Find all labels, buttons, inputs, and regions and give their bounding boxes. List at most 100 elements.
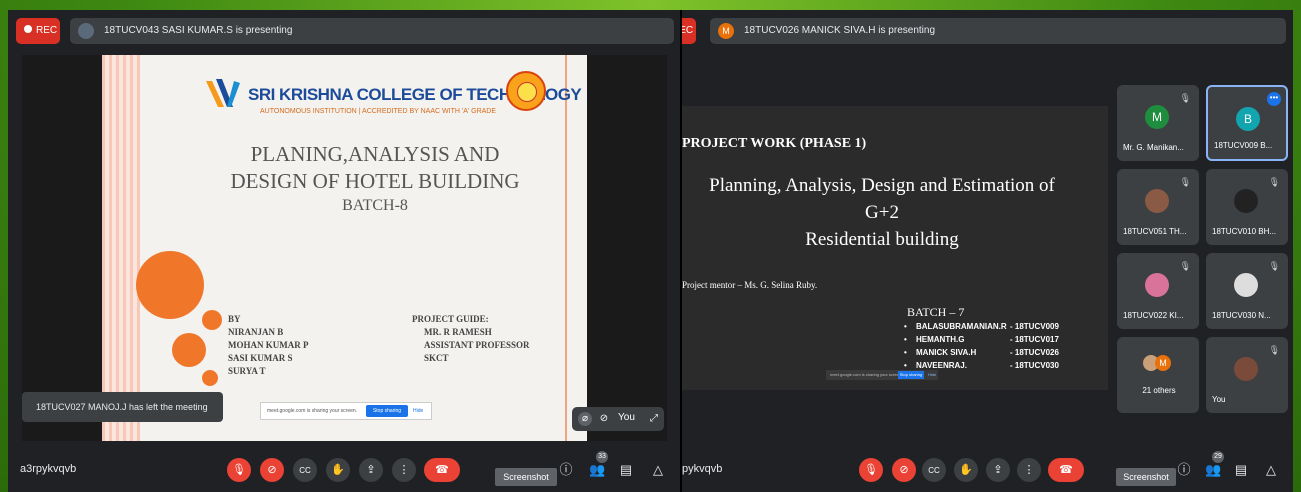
sharing-text: meet.google.com is sharing your screen.: [267, 408, 358, 414]
record-dot-icon: [24, 25, 32, 34]
participant-tile[interactable]: 🎙 18TUCV030 N...: [1206, 253, 1288, 329]
leave-call-button[interactable]: ☎: [424, 458, 460, 482]
others-tile[interactable]: M 21 others: [1117, 337, 1199, 413]
participant-tile[interactable]: 🎙 M Mr. G. Manikan...: [1117, 85, 1199, 161]
mic-off-button[interactable]: 🎙: [227, 458, 251, 482]
member-roll: - 18TUCV017: [1010, 335, 1059, 344]
more-options-button[interactable]: ⋮: [1017, 458, 1041, 482]
shared-screen: SRI KRISHNA COLLEGE OF TECHNOLOGY AUTONO…: [22, 55, 667, 441]
participant-tile[interactable]: 🎙 18TUCV010 BH...: [1206, 169, 1288, 245]
participant-name: 18TUCV009 B...: [1214, 141, 1273, 150]
slide-title-line2: G+2: [865, 202, 899, 223]
more-options-icon[interactable]: •••: [1267, 92, 1281, 106]
slide-batch: BATCH – 7: [907, 305, 965, 319]
info-icon[interactable]: ⓘ: [558, 462, 574, 478]
activities-icon[interactable]: △: [650, 462, 666, 478]
captions-button[interactable]: CC: [293, 458, 317, 482]
guide-heading: PROJECT GUIDE:: [412, 314, 489, 324]
hangup-icon: ☎: [435, 464, 449, 476]
meeting-code: a3rpykvqvb: [20, 463, 77, 475]
participant-name: Mr. G. Manikan...: [1123, 143, 1184, 152]
people-icon[interactable]: 👥: [589, 462, 605, 478]
camera-off-icon: ⊘: [899, 464, 909, 476]
shared-screen: PROJECT WORK (PHASE 1) Planning, Analysi…: [682, 106, 1108, 390]
self-view-tile[interactable]: ⌀ ⊘ You ⤢: [572, 407, 664, 431]
participant-tile[interactable]: 🎙 18TUCV051 TH...: [1117, 169, 1199, 245]
info-icon[interactable]: ⓘ: [1176, 462, 1192, 478]
guide-list-item: SKCT: [424, 353, 449, 363]
rec-label: REC: [682, 25, 694, 36]
participant-avatar: [1145, 189, 1169, 213]
sharing-bar: meet.google.com is sharing your screen. …: [260, 402, 432, 420]
college-subtitle: AUTONOMOUS INSTITUTION | ACCREDITED BY N…: [260, 108, 497, 115]
present-icon: ⇪: [993, 464, 1003, 476]
activities-icon[interactable]: △: [1263, 462, 1279, 478]
recording-badge[interactable]: REC: [682, 18, 696, 44]
participant-avatar: [1234, 189, 1258, 213]
students-list-item: SURYA T: [228, 366, 266, 376]
present-icon: ⇪: [366, 464, 376, 476]
presenter-avatar: [78, 23, 94, 39]
hand-icon: ✋: [331, 464, 345, 476]
top-bar: REC M 18TUCV026 MANICK SIVA.H is present…: [682, 18, 1293, 44]
rec-label: REC: [36, 25, 58, 36]
expand-icon[interactable]: ⤢: [648, 413, 660, 425]
captions-icon: CC: [299, 466, 311, 475]
decor-circle: [202, 310, 222, 330]
more-options-button[interactable]: ⋮: [392, 458, 416, 482]
recording-badge[interactable]: REC: [16, 18, 60, 44]
slide-title-line1: Planning, Analysis, Design and Estimatio…: [709, 175, 1055, 196]
slide-title-line3: Residential building: [805, 229, 959, 250]
hand-icon: ✋: [959, 464, 973, 476]
screenshot-tooltip: Screenshot: [1116, 468, 1176, 486]
mic-off-button[interactable]: 🎙: [859, 458, 883, 482]
decor-circle: [172, 333, 206, 367]
decor-circle: [136, 251, 204, 319]
slide-mentor: Project mentor – Ms. G. Selina Ruby.: [682, 280, 818, 290]
stop-sharing-button[interactable]: Stop sharing: [366, 405, 408, 417]
presenter-avatar: M: [718, 23, 734, 39]
participant-avatar: [1234, 357, 1258, 381]
hangup-icon: ☎: [1059, 464, 1073, 476]
member-roll: - 18TUCV009: [1010, 322, 1059, 331]
slide-title: Planning, Analysis, Design and Estimatio…: [682, 172, 1082, 253]
participant-tile[interactable]: ••• B 18TUCV009 B...: [1206, 85, 1288, 161]
present-button[interactable]: ⇪: [986, 458, 1010, 482]
member-roll: - 18TUCV026: [1010, 348, 1059, 357]
member-name: BALASUBRAMANIAN.R: [916, 322, 1007, 331]
camera-off-icon: ⊘: [267, 464, 277, 476]
leave-call-button[interactable]: ☎: [1048, 458, 1084, 482]
presenter-text: 18TUCV043 SASI KUMAR.S is presenting: [104, 25, 293, 36]
captions-button[interactable]: CC: [922, 458, 946, 482]
participant-avatar: B: [1236, 107, 1260, 131]
bullet: •: [904, 335, 907, 344]
camera-off-button[interactable]: ⊘: [892, 458, 916, 482]
mic-off-icon: 🎙: [1268, 345, 1280, 355]
member-name: HEMANTH.G: [916, 335, 965, 344]
chat-icon[interactable]: ▤: [1233, 462, 1249, 478]
college-logo-icon: [206, 79, 240, 107]
raise-hand-button[interactable]: ✋: [954, 458, 978, 482]
participant-tile[interactable]: 🎙 18TUCV022 KI...: [1117, 253, 1199, 329]
self-tile[interactable]: 🎙 You: [1206, 337, 1288, 413]
present-button[interactable]: ⇪: [359, 458, 383, 482]
guide-list-item: ASSISTANT PROFESSOR: [424, 340, 530, 350]
hide-button[interactable]: Hide: [413, 403, 423, 419]
participant-name: 18TUCV022 KI...: [1123, 311, 1184, 320]
students-list-item: SASI KUMAR S: [228, 353, 293, 363]
member-name: MANICK SIVA.H: [916, 348, 977, 357]
camera-off-icon[interactable]: ⊘: [598, 413, 610, 425]
people-count-badge: 29: [1212, 451, 1224, 463]
hide-button[interactable]: Hide: [928, 370, 936, 380]
more-vert-icon: ⋮: [1023, 464, 1035, 476]
participant-name: You: [1212, 395, 1226, 404]
presentation-slide: SRI KRISHNA COLLEGE OF TECHNOLOGY AUTONO…: [102, 55, 587, 441]
stop-sharing-button[interactable]: Stop sharing: [898, 371, 924, 379]
people-count-badge: 33: [596, 451, 608, 463]
raise-hand-button[interactable]: ✋: [326, 458, 350, 482]
people-icon[interactable]: 👥: [1205, 462, 1221, 478]
captions-icon: CC: [928, 466, 940, 475]
mic-off-icon[interactable]: ⌀: [578, 412, 592, 426]
chat-icon[interactable]: ▤: [618, 462, 634, 478]
camera-off-button[interactable]: ⊘: [260, 458, 284, 482]
